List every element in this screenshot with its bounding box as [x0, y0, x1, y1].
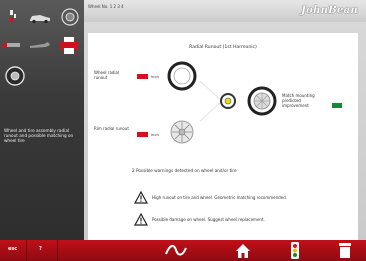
home-button[interactable] — [228, 240, 258, 261]
wheel-balancer-icon — [10, 10, 16, 22]
warning-text: Possible damage on wheel. Suggest wheel … — [152, 217, 265, 222]
help-label: ? — [39, 246, 42, 252]
vehicle-label: Wheel No. 1 2 3 4 — [88, 4, 124, 9]
car-icon — [30, 15, 50, 24]
toolbar-divider — [57, 240, 58, 261]
warning-text: High runout on tire and wheel. Geometric… — [152, 195, 287, 200]
trash-icon — [339, 243, 351, 258]
gauge-icon — [3, 43, 20, 47]
warning-icon — [134, 191, 148, 204]
runout-graph-icon — [165, 244, 187, 256]
match-mounting-label: Match mounting predicted improvement — [282, 93, 315, 108]
warnings-heading: 2 Possible warnings detected on wheel an… — [132, 168, 237, 173]
traffic-light-button[interactable] — [280, 240, 310, 261]
wrench-icon — [30, 42, 50, 48]
rim-runout-icon — [170, 120, 194, 144]
header: Wheel No. 1 2 3 4 JohnBean — [84, 0, 366, 22]
home-icon — [236, 244, 250, 258]
tools-icons — [3, 37, 78, 54]
tire-icon — [5, 66, 25, 86]
merge-arrow-icon — [198, 79, 225, 123]
esc-button[interactable]: esc — [0, 240, 26, 261]
tire-runout-icon — [167, 61, 197, 91]
warning-row: Possible damage on wheel. Suggest wheel … — [134, 213, 354, 227]
sidebar-row-runout[interactable] — [0, 64, 84, 88]
brand-logo: JohnBean — [301, 5, 358, 16]
small-wheel-icon — [220, 93, 236, 109]
printer-icon — [60, 37, 78, 54]
sidebar: Wheel and tire assembly radial runout an… — [0, 0, 84, 240]
traffic-light-icon — [291, 242, 299, 259]
sidebar-row-tools[interactable] — [0, 34, 84, 58]
esc-label: esc — [8, 246, 18, 252]
runout-graph-button[interactable] — [158, 240, 194, 261]
car-wheel-icon — [61, 8, 79, 26]
warning-row: High runout on tire and wheel. Geometric… — [134, 191, 354, 205]
sidebar-description: Wheel and tire assembly radial runout an… — [4, 128, 74, 143]
help-button[interactable]: ? — [27, 240, 57, 261]
vehicle-setup-icons — [10, 8, 79, 26]
delete-button[interactable] — [330, 240, 360, 261]
app-screen: Wheel and tire assembly radial runout an… — [0, 0, 366, 261]
runout-panel: Radial Runout (1st Harmonic) Wheel radia… — [88, 33, 358, 240]
assembled-wheel-icon — [247, 86, 277, 116]
sidebar-row-vehicle[interactable] — [0, 6, 84, 30]
warning-icon — [134, 213, 148, 226]
match-improvement-value-box — [332, 103, 342, 108]
bottom-toolbar: esc ? — [0, 240, 366, 261]
